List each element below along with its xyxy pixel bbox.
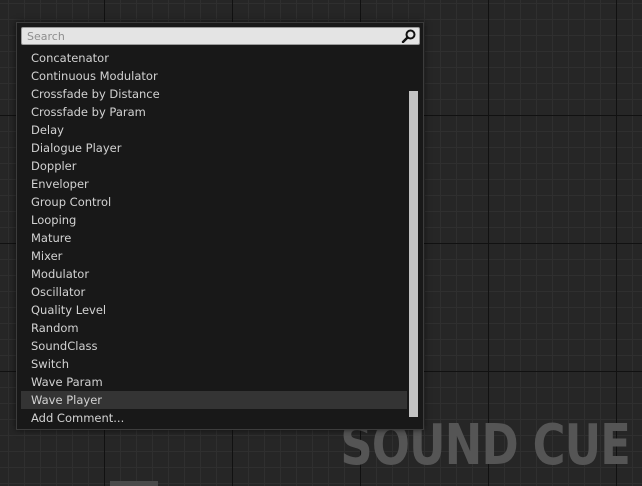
- menu-item-crossfade-by-distance[interactable]: Crossfade by Distance: [21, 85, 407, 103]
- node-context-menu: ConcatenatorContinuous ModulatorCrossfad…: [16, 22, 424, 430]
- menu-item-random[interactable]: Random: [21, 319, 407, 337]
- menu-item-group-control[interactable]: Group Control: [21, 193, 407, 211]
- canvas-scroll-indicator: [110, 481, 158, 486]
- menu-item-mixer[interactable]: Mixer: [21, 247, 407, 265]
- menu-item-wave-param[interactable]: Wave Param: [21, 373, 407, 391]
- menu-item-wave-player[interactable]: Wave Player: [21, 391, 407, 409]
- menu-item-delay[interactable]: Delay: [21, 121, 407, 139]
- search-icon[interactable]: [401, 29, 417, 43]
- menu-item-modulator[interactable]: Modulator: [21, 265, 407, 283]
- menu-scrollbar[interactable]: [409, 49, 418, 419]
- menu-item-crossfade-by-param[interactable]: Crossfade by Param: [21, 103, 407, 121]
- search-input[interactable]: [22, 28, 400, 44]
- menu-item-looping[interactable]: Looping: [21, 211, 407, 229]
- search-box: [21, 27, 420, 45]
- menu-item-mature[interactable]: Mature: [21, 229, 407, 247]
- menu-item-quality-level[interactable]: Quality Level: [21, 301, 407, 319]
- menu-item-oscillator[interactable]: Oscillator: [21, 283, 407, 301]
- menu-item-enveloper[interactable]: Enveloper: [21, 175, 407, 193]
- menu-item-list: Concatenator Continuous Modulator Crossfad…: [21, 49, 407, 427]
- menu-item-concatenator[interactable]: Concatenator: [21, 49, 407, 67]
- scrollbar-thumb[interactable]: [409, 91, 418, 417]
- menu-item-doppler[interactable]: Doppler: [21, 157, 407, 175]
- menu-item-add-comment[interactable]: Add Comment...: [21, 409, 407, 427]
- menu-item-dialogue-player[interactable]: Dialogue Player: [21, 139, 407, 157]
- menu-item-soundclass[interactable]: SoundClass: [21, 337, 407, 355]
- menu-item-continuous-modulator[interactable]: Continuous Modulator: [21, 67, 407, 85]
- menu-item-switch[interactable]: Switch: [21, 355, 407, 373]
